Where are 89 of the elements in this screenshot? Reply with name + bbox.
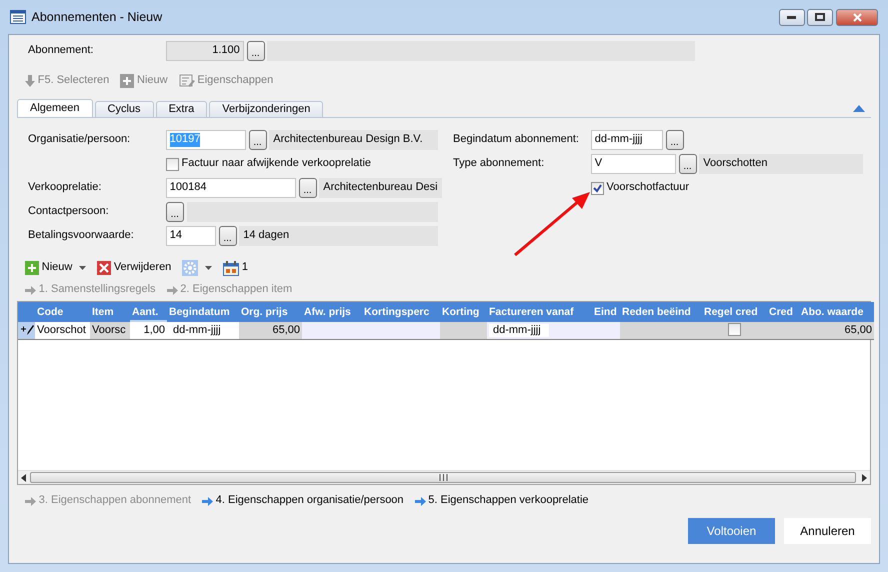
checkbox[interactable] xyxy=(166,158,179,170)
arrow-down-icon xyxy=(25,75,35,87)
tab[interactable]: Algemeen xyxy=(17,99,93,117)
input-field[interactable]: 100184 xyxy=(166,178,296,198)
field-label: Verkooprelatie: xyxy=(28,181,102,195)
column-header[interactable]: Reden beëind xyxy=(620,302,702,322)
column-header[interactable]: Begindatum xyxy=(167,302,239,322)
finish-button[interactable]: Voltooien xyxy=(688,518,775,544)
toolbar-button[interactable]: 1 xyxy=(223,260,248,276)
cancel-button[interactable]: Annuleren xyxy=(784,518,871,544)
column-header[interactable]: Regel cred xyxy=(702,302,767,322)
close-button[interactable] xyxy=(836,8,878,26)
field-label: Organisatie/persoon: xyxy=(28,133,132,147)
browse-button[interactable]: ... xyxy=(678,154,696,174)
field-label: Type abonnement: xyxy=(453,157,546,171)
checkbox-label: Voorschotfactuur xyxy=(606,181,690,195)
arrow-right-icon xyxy=(166,286,178,294)
minimize-button[interactable] xyxy=(778,8,804,26)
checkbox-label: Factuur naar afwijkende verkooprelatie xyxy=(182,157,372,171)
field-label: Contactpersoon: xyxy=(28,205,110,219)
tab[interactable]: Cyclus xyxy=(94,101,154,117)
toolbar-button[interactable] xyxy=(182,260,212,276)
browse-button[interactable]: ... xyxy=(298,178,316,198)
column-header[interactable]: Item xyxy=(90,302,130,322)
tab[interactable]: Extra xyxy=(156,101,208,117)
browse-button[interactable]: ... xyxy=(666,130,684,150)
list-window-icon xyxy=(10,10,26,24)
toolbar-button[interactable]: Nieuw xyxy=(25,261,86,275)
browse-button[interactable]: ... xyxy=(166,202,184,222)
maximize-button[interactable] xyxy=(807,8,834,26)
checkbox[interactable] xyxy=(590,182,604,194)
browse-button[interactable]: ... xyxy=(246,41,264,61)
calendar-icon xyxy=(223,260,240,276)
column-header[interactable]: Org. prijs xyxy=(239,302,302,322)
column-header[interactable]: Cred xyxy=(767,302,799,322)
step-link[interactable]: 4. Eigenschappen organisatie/persoon xyxy=(202,494,404,508)
field-label: Begindatum abonnement: xyxy=(453,133,580,147)
input-field[interactable]: V xyxy=(590,154,676,174)
column-header[interactable]: Abo. waarde xyxy=(799,302,874,322)
field-label: Betalingsvoorwaarde: xyxy=(28,229,135,243)
scroll-right-icon[interactable] xyxy=(862,474,867,482)
column-header[interactable]: Factureren vanaf xyxy=(487,302,592,322)
gear-icon xyxy=(182,260,198,276)
window-title: Abonnementen - Nieuw xyxy=(32,10,162,24)
plus-icon xyxy=(25,261,39,275)
close-icon xyxy=(852,12,862,22)
maximize-icon xyxy=(815,13,826,21)
caret-icon xyxy=(79,266,86,270)
edit-row-icon xyxy=(20,324,34,336)
toolbar-button[interactable]: Verwijderen xyxy=(97,261,172,275)
browse-button[interactable]: ... xyxy=(248,130,266,150)
field-label: Abonnement: xyxy=(28,44,94,58)
description-field: Architectenbureau Design B.V. xyxy=(269,130,438,150)
table-cell: 1,00 xyxy=(144,324,165,336)
table-cell: 65,00 xyxy=(272,324,300,336)
scroll-left-icon[interactable] xyxy=(21,474,26,482)
checkbox[interactable] xyxy=(728,323,741,336)
table-cell: Voorschot xyxy=(37,324,86,336)
check-icon xyxy=(592,184,602,192)
column-header[interactable]: Korting xyxy=(440,302,487,322)
description-field: 14 dagen xyxy=(239,226,438,246)
arrow-right-icon xyxy=(25,286,36,294)
caret-icon xyxy=(205,266,212,270)
plus-icon xyxy=(120,74,134,88)
description-field: Architectenbureau Desi xyxy=(319,178,442,198)
table-cell: Voorsc xyxy=(92,324,126,336)
arrow-right-icon xyxy=(25,496,36,506)
minimize-icon xyxy=(787,16,796,18)
column-header[interactable]: Code xyxy=(35,302,90,322)
delete-icon xyxy=(97,261,112,275)
grip-icon xyxy=(438,474,448,481)
collapse-icon[interactable] xyxy=(853,104,865,112)
step-link[interactable]: 5. Eigenschappen verkooprelatie xyxy=(414,494,589,508)
browse-button[interactable]: ... xyxy=(218,226,236,246)
scrollbar-thumb[interactable] xyxy=(30,472,856,483)
properties-icon xyxy=(178,74,195,88)
description-field: Voorschotten xyxy=(699,154,863,174)
column-header[interactable]: Afw. prijs xyxy=(302,302,362,322)
number-field: 1.100 xyxy=(166,41,244,61)
arrow-right-icon xyxy=(414,496,426,506)
arrow-right-icon xyxy=(202,496,214,506)
column-header[interactable]: Aant. xyxy=(130,302,167,322)
input-field[interactable]: 14 xyxy=(166,226,216,246)
input-field[interactable]: dd-mm-jjjj xyxy=(590,130,663,150)
tab[interactable]: Verbijzonderingen xyxy=(209,101,324,117)
column-header[interactable]: Eind xyxy=(592,302,620,322)
column-header[interactable]: Kortingsperc xyxy=(362,302,440,322)
table-cell: 65,00 xyxy=(844,324,872,336)
date-field[interactable]: dd-mm-jjjj xyxy=(489,324,549,337)
